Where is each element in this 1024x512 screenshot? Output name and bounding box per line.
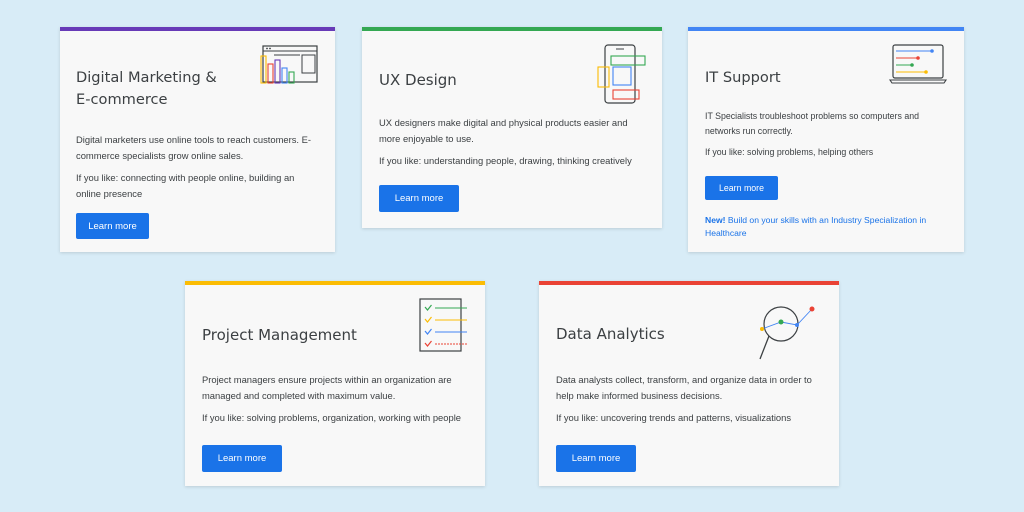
card-description: UX designers make digital and physical p… bbox=[379, 117, 628, 144]
learn-more-button[interactable]: Learn more bbox=[705, 176, 778, 200]
card-interests: If you like: uncovering trends and patte… bbox=[556, 412, 792, 423]
card-project-management: Project Management Project managers ensu… bbox=[185, 281, 485, 486]
new-badge: New! bbox=[705, 215, 726, 225]
card-interests: If you like: solving problems, helping o… bbox=[705, 147, 874, 157]
card-data-analytics: Data Analytics Data analysts collect, tr… bbox=[539, 281, 839, 486]
card-description: Project managers ensure projects within … bbox=[202, 374, 452, 401]
card-title: Data Analytics bbox=[556, 325, 665, 343]
learn-more-button[interactable]: Learn more bbox=[76, 213, 149, 239]
learn-more-button[interactable]: Learn more bbox=[202, 445, 282, 472]
card-title: IT Support bbox=[705, 69, 781, 86]
card-description: IT Specialists troubleshoot problems so … bbox=[705, 111, 920, 136]
card-title: Digital Marketing & E-commerce bbox=[76, 69, 217, 108]
card-description: Digital marketers use online tools to re… bbox=[76, 134, 311, 161]
card-title: Project Management bbox=[202, 326, 357, 344]
card-interests: If you like: solving problems, organizat… bbox=[202, 412, 461, 423]
card-it-support: IT Support IT Specialists troubleshoot p… bbox=[688, 27, 964, 252]
browser-window-bar-chart-icon bbox=[260, 45, 318, 84]
card-description: Data analysts collect, transform, and or… bbox=[556, 374, 812, 401]
laptop-icon bbox=[888, 44, 948, 84]
learn-more-button[interactable]: Learn more bbox=[379, 185, 459, 212]
healthcare-specialization-link[interactable]: New! Build on your skills with an Indust… bbox=[705, 214, 945, 240]
phone-wireframe-icon bbox=[597, 44, 646, 104]
checklist-icon bbox=[419, 298, 467, 352]
learn-more-button[interactable]: Learn more bbox=[556, 445, 636, 472]
card-ux-design: UX Design UX designers make digital and … bbox=[362, 27, 662, 228]
card-title: UX Design bbox=[379, 71, 457, 89]
note-text: Build on your skills with an Industry Sp… bbox=[705, 215, 927, 238]
card-interests: If you like: connecting with people onli… bbox=[76, 172, 295, 199]
magnifying-glass-data-icon bbox=[759, 306, 815, 360]
card-interests: If you like: understanding people, drawi… bbox=[379, 155, 632, 166]
card-digital-marketing: Digital Marketing & E-commerce Digital m… bbox=[60, 27, 335, 252]
